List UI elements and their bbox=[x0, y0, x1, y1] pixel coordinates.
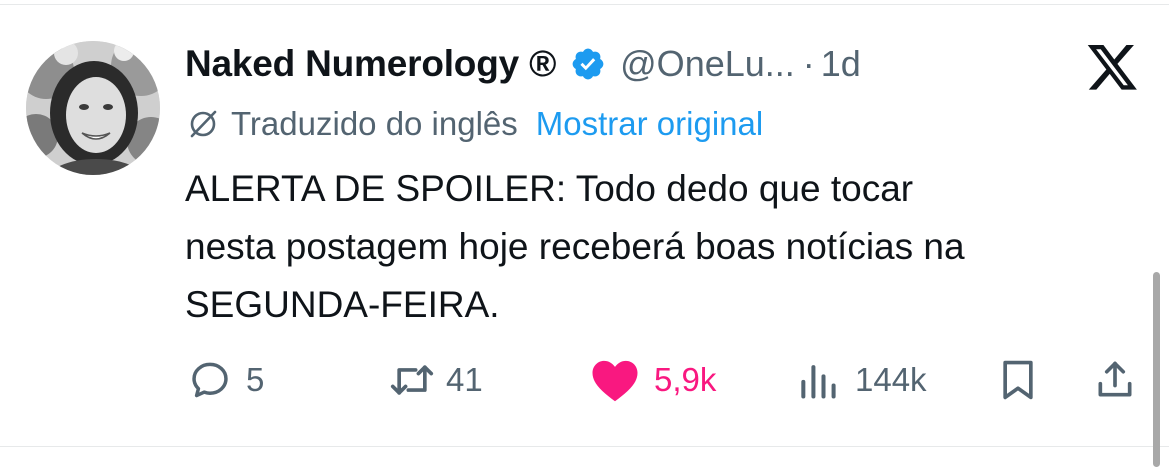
author-handle[interactable]: @OneLu... bbox=[620, 43, 795, 85]
heart-icon bbox=[592, 360, 638, 402]
reply-button[interactable]: 5 bbox=[188, 352, 264, 408]
show-original-link[interactable]: Mostrar original bbox=[536, 105, 763, 143]
like-count: 5,9k bbox=[654, 361, 717, 398]
separator-dot: · bbox=[802, 43, 815, 84]
repost-icon bbox=[390, 365, 434, 395]
translate-icon bbox=[190, 110, 217, 138]
scrollbar[interactable] bbox=[1153, 272, 1160, 467]
share-button[interactable] bbox=[1093, 352, 1137, 408]
bottom-divider bbox=[0, 446, 1169, 447]
tweet-text-line: ALERTA DE SPOILER: Todo dedo que tocar bbox=[185, 168, 914, 209]
top-divider bbox=[0, 4, 1169, 5]
bookmark-icon bbox=[1003, 360, 1033, 400]
action-bar: 5 41 5,9k 144k bbox=[0, 352, 1169, 408]
views-count: 144k bbox=[855, 361, 927, 398]
translated-label: Traduzido do inglês bbox=[231, 105, 518, 142]
reply-count: 5 bbox=[246, 361, 265, 398]
tweet-text: ALERTA DE SPOILER: Todo dedo que tocar n… bbox=[185, 160, 1145, 334]
author-display-name[interactable]: Naked Numerology ® bbox=[185, 43, 556, 85]
tweet-header: Naked Numerology ® @OneLu... · 1d bbox=[185, 38, 861, 90]
share-icon bbox=[1098, 361, 1132, 397]
x-logo-icon[interactable] bbox=[1085, 44, 1139, 90]
verified-badge-icon bbox=[572, 48, 604, 80]
like-button[interactable]: 5,9k bbox=[590, 352, 716, 408]
translation-row: Traduzido do inglês Mostrar original bbox=[187, 101, 763, 147]
tweet-text-line: SEGUNDA-FEIRA. bbox=[185, 284, 500, 325]
tweet-timestamp[interactable]: 1d bbox=[821, 43, 861, 85]
views-button[interactable]: 144k bbox=[795, 352, 927, 408]
reply-icon bbox=[192, 362, 228, 398]
bookmark-button[interactable] bbox=[996, 352, 1040, 408]
repost-button[interactable]: 41 bbox=[386, 352, 483, 408]
views-icon bbox=[801, 365, 836, 399]
tweet-text-line: nesta postagem hoje receberá boas notíci… bbox=[185, 226, 965, 267]
avatar[interactable] bbox=[26, 41, 160, 175]
repost-count: 41 bbox=[446, 361, 483, 398]
